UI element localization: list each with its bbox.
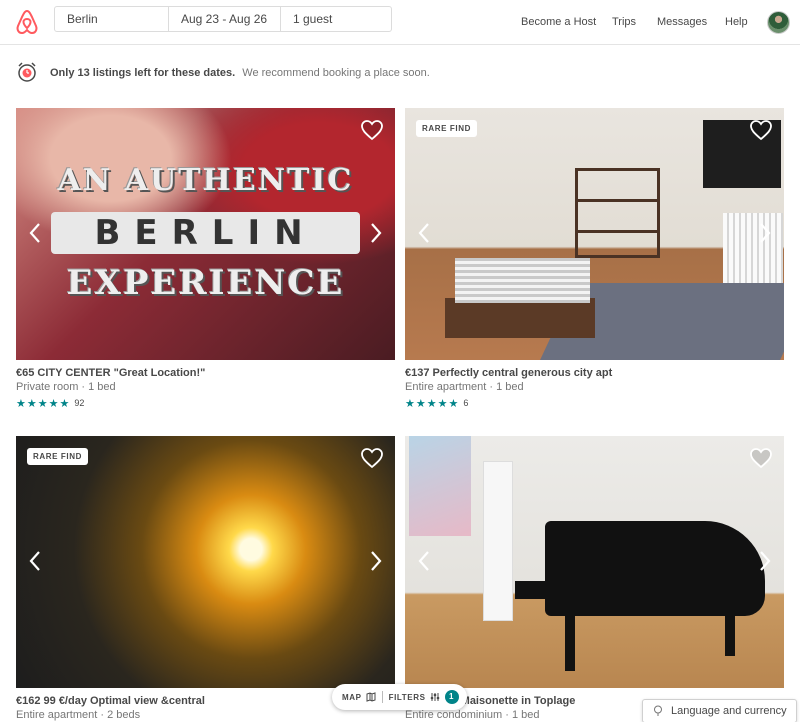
map-button[interactable]: MAP bbox=[342, 692, 376, 702]
heart-icon[interactable] bbox=[360, 119, 384, 141]
chevron-left-icon[interactable] bbox=[28, 550, 42, 572]
listing-meta: Private room · 1 bed bbox=[16, 381, 116, 393]
listing-photo[interactable]: RARE FIND bbox=[16, 436, 395, 688]
listing-photo[interactable] bbox=[405, 436, 784, 688]
chevron-left-icon[interactable] bbox=[28, 222, 42, 244]
photo-overlay-line: AN AUTHENTIC bbox=[57, 163, 354, 198]
dates-input[interactable]: Aug 23 - Aug 26 bbox=[169, 7, 281, 31]
listing-meta: Entire apartment · 2 beds bbox=[16, 709, 141, 721]
filter-count-badge: 1 bbox=[444, 690, 459, 704]
filters-label: FILTERS bbox=[388, 692, 426, 702]
star-rating-icon: ★★★★★ bbox=[16, 397, 71, 410]
chevron-right-icon[interactable] bbox=[758, 222, 772, 244]
rare-find-badge: RARE FIND bbox=[416, 120, 477, 137]
listing-photo[interactable]: RARE FIND bbox=[405, 108, 784, 360]
location-input[interactable]: Berlin bbox=[55, 7, 169, 31]
alarm-clock-icon bbox=[18, 62, 36, 82]
globe-pin-icon bbox=[654, 705, 662, 716]
alert-recommendation: We recommend booking a place soon. bbox=[242, 67, 430, 79]
heart-icon[interactable] bbox=[749, 447, 773, 469]
search-bar[interactable]: Berlin Aug 23 - Aug 26 1 guest bbox=[54, 6, 392, 32]
map-icon bbox=[366, 692, 376, 702]
review-count: 6 bbox=[463, 398, 469, 408]
nav-messages-link[interactable]: Messages bbox=[657, 16, 707, 28]
star-rating-icon: ★★★★★ bbox=[405, 397, 460, 410]
heart-icon[interactable] bbox=[749, 119, 773, 141]
chevron-right-icon[interactable] bbox=[369, 550, 383, 572]
listing-title[interactable]: €137 Perfectly central generous city apt bbox=[405, 367, 784, 379]
guests-input[interactable]: 1 guest bbox=[281, 7, 391, 31]
listing-rating: ★★★★★ 92 bbox=[16, 396, 395, 410]
review-count: 92 bbox=[74, 398, 85, 408]
listing-card[interactable]: RARE FIND €162 99 €/day Optimal view &ce… bbox=[16, 436, 395, 721]
availability-alert: Only 13 listings left for these dates. W… bbox=[50, 67, 430, 79]
photo-overlay-line: EXPERIENCE bbox=[66, 263, 345, 303]
chevron-left-icon[interactable] bbox=[417, 550, 431, 572]
listing-title[interactable]: €65 CITY CENTER "Great Location!" bbox=[16, 367, 395, 379]
listing-meta: Entire apartment · 1 bed bbox=[405, 381, 524, 393]
user-avatar[interactable] bbox=[767, 11, 790, 34]
pill-divider bbox=[381, 691, 383, 703]
top-header: Berlin Aug 23 - Aug 26 1 guest Become a … bbox=[0, 0, 800, 45]
map-label: MAP bbox=[342, 692, 362, 702]
sliders-icon bbox=[430, 693, 439, 701]
chevron-left-icon[interactable] bbox=[417, 222, 431, 244]
rare-find-badge: RARE FIND bbox=[27, 448, 88, 465]
airbnb-logo-icon[interactable] bbox=[15, 9, 39, 35]
chevron-right-icon[interactable] bbox=[758, 550, 772, 572]
filters-button[interactable]: FILTERS 1 bbox=[389, 690, 459, 704]
photo-overlay-line: BERLIN bbox=[51, 212, 360, 254]
listing-photo[interactable]: AN AUTHENTIC BERLIN EXPERIENCE bbox=[16, 108, 395, 360]
nav-help-link[interactable]: Help bbox=[725, 16, 748, 28]
listing-card[interactable]: RARE FIND €137 Perfectly central generou… bbox=[405, 108, 784, 410]
listing-card[interactable]: €1__ __ne Maisonette in Toplage Entire c… bbox=[405, 436, 784, 721]
listing-rating: ★★★★★ 6 bbox=[405, 396, 784, 410]
alert-headline: Only 13 listings left for these dates. bbox=[50, 67, 236, 79]
listing-card[interactable]: AN AUTHENTIC BERLIN EXPERIENCE €65 CITY … bbox=[16, 108, 395, 410]
heart-icon[interactable] bbox=[360, 447, 384, 469]
map-filters-pill: MAP FILTERS 1 bbox=[332, 684, 467, 710]
language-currency-button[interactable]: Language and currency bbox=[642, 699, 797, 722]
language-currency-label: Language and currency bbox=[671, 705, 787, 717]
chevron-right-icon[interactable] bbox=[369, 222, 383, 244]
nav-become-host-link[interactable]: Become a Host bbox=[521, 16, 596, 28]
nav-trips-link[interactable]: Trips bbox=[612, 16, 636, 28]
